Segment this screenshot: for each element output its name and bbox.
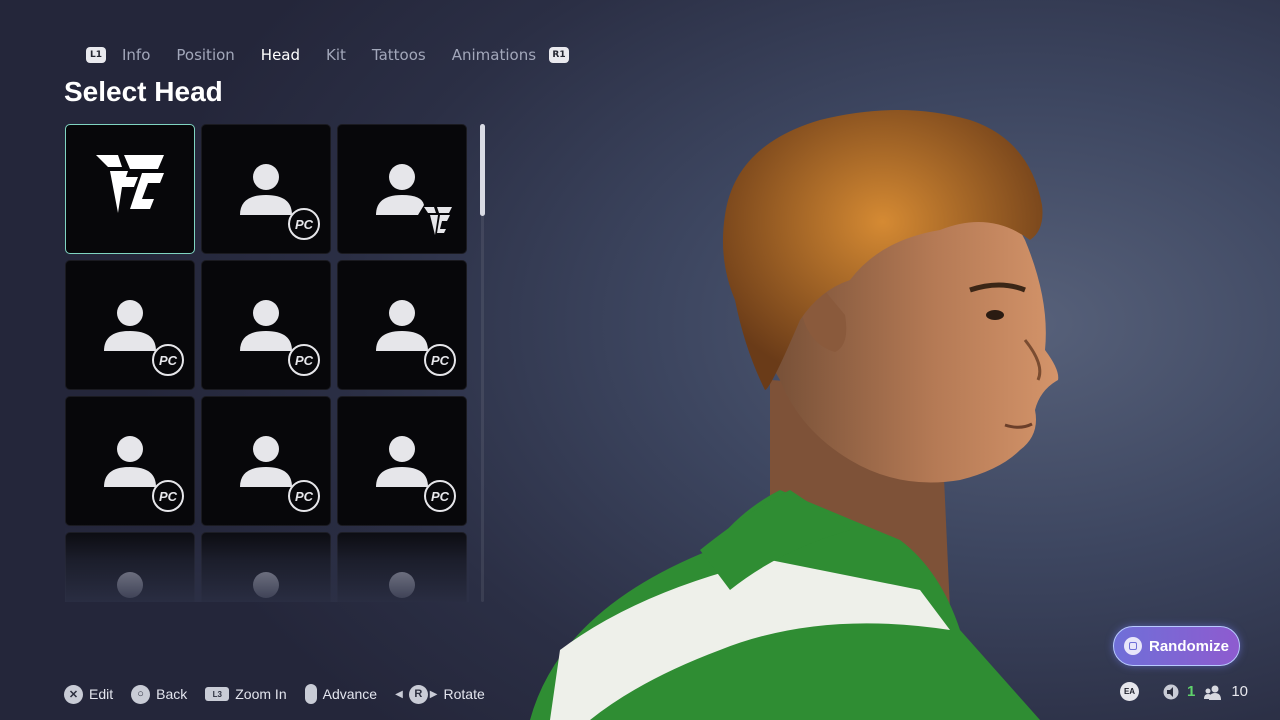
tab-tattoos[interactable]: Tattoos	[372, 46, 426, 64]
voice-count: 1	[1187, 683, 1196, 700]
rotate-right-arrow-icon: ▶	[429, 688, 438, 700]
cross-button-icon: ✕	[64, 684, 83, 704]
hint-zoom[interactable]: L3 Zoom In	[205, 686, 287, 702]
head-tile-4[interactable]: PC	[201, 260, 331, 390]
tab-animations[interactable]: Animations	[452, 46, 536, 64]
svg-text:PC: PC	[159, 489, 178, 504]
svg-text:PC: PC	[295, 217, 314, 232]
tab-bar: L1 Info Position Head Kit Tattoos Animat…	[86, 44, 570, 66]
head-tile-9[interactable]	[65, 532, 195, 602]
randomize-label: Randomize	[1148, 637, 1229, 655]
svg-text:PC: PC	[431, 489, 450, 504]
person-pc-icon: PC	[240, 436, 320, 512]
head-tile-6[interactable]: PC	[65, 396, 195, 526]
person-icon	[253, 572, 279, 598]
svg-text:PC: PC	[431, 353, 450, 368]
head-tile-11[interactable]	[337, 532, 467, 602]
svg-text:PC: PC	[295, 489, 314, 504]
svg-text:PC: PC	[159, 353, 178, 368]
tab-info[interactable]: Info	[122, 46, 150, 64]
head-tile-7[interactable]: PC	[201, 396, 331, 526]
r1-button-icon[interactable]: R1	[549, 47, 570, 63]
fc-logo-icon	[96, 155, 164, 213]
person-pc-icon: PC	[376, 436, 456, 512]
players-count: 10	[1231, 683, 1249, 700]
square-button-icon	[1123, 637, 1142, 655]
head-tile-5[interactable]: PC	[337, 260, 467, 390]
head-grid: PC PC PC PC PC PC PC	[65, 124, 469, 602]
hint-rotate-label: Rotate	[443, 686, 485, 702]
hint-advance[interactable]: Advance	[304, 684, 378, 704]
person-pc-icon: PC	[376, 300, 456, 376]
circle-button-icon: ○	[131, 684, 151, 704]
scrollbar-thumb[interactable]	[480, 124, 485, 216]
right-stick-icon: R	[408, 684, 428, 704]
person-pc-icon: PC	[104, 436, 184, 512]
ea-logo-icon: EA	[1120, 682, 1139, 701]
hint-back-label: Back	[156, 686, 188, 702]
head-tile-10[interactable]	[201, 532, 331, 602]
player-preview[interactable]	[520, 90, 1140, 720]
tab-position[interactable]: Position	[176, 46, 234, 64]
hint-edit-label: Edit	[89, 686, 114, 702]
hint-edit[interactable]: ✕ Edit	[64, 684, 114, 704]
l1-button-icon[interactable]: L1	[86, 47, 106, 63]
status-bar: EA 1 10	[1120, 682, 1248, 701]
person-pc-icon: PC	[104, 300, 184, 376]
head-tile-2[interactable]	[337, 124, 467, 254]
head-tile-fc-default[interactable]	[65, 124, 195, 254]
svg-text:PC: PC	[295, 353, 314, 368]
person-fc-icon	[376, 164, 452, 235]
l3-stick-icon: L3	[205, 687, 230, 701]
person-icon	[389, 572, 415, 598]
head-tile-1[interactable]: PC	[201, 124, 331, 254]
players-icon	[1204, 685, 1222, 700]
touchpad-icon	[304, 684, 317, 704]
person-pc-icon: PC	[240, 164, 320, 240]
speaker-icon	[1163, 684, 1179, 699]
hint-zoom-label: Zoom In	[235, 686, 287, 702]
head-tile-8[interactable]: PC	[337, 396, 467, 526]
hint-back[interactable]: ○ Back	[131, 684, 188, 704]
head-tile-3[interactable]: PC	[65, 260, 195, 390]
button-hints: ✕ Edit ○ Back L3 Zoom In Advance ◀ R ▶ R…	[64, 684, 485, 704]
randomize-button[interactable]: Randomize	[1113, 626, 1240, 666]
hint-advance-label: Advance	[322, 686, 378, 702]
hint-rotate[interactable]: ◀ R ▶ Rotate	[395, 684, 485, 704]
person-pc-icon: PC	[240, 300, 320, 376]
person-icon	[117, 572, 143, 598]
tab-head[interactable]: Head	[261, 46, 300, 64]
rotate-left-arrow-icon: ◀	[395, 688, 403, 700]
page-title: Select Head	[64, 76, 223, 107]
tab-kit[interactable]: Kit	[326, 46, 346, 64]
